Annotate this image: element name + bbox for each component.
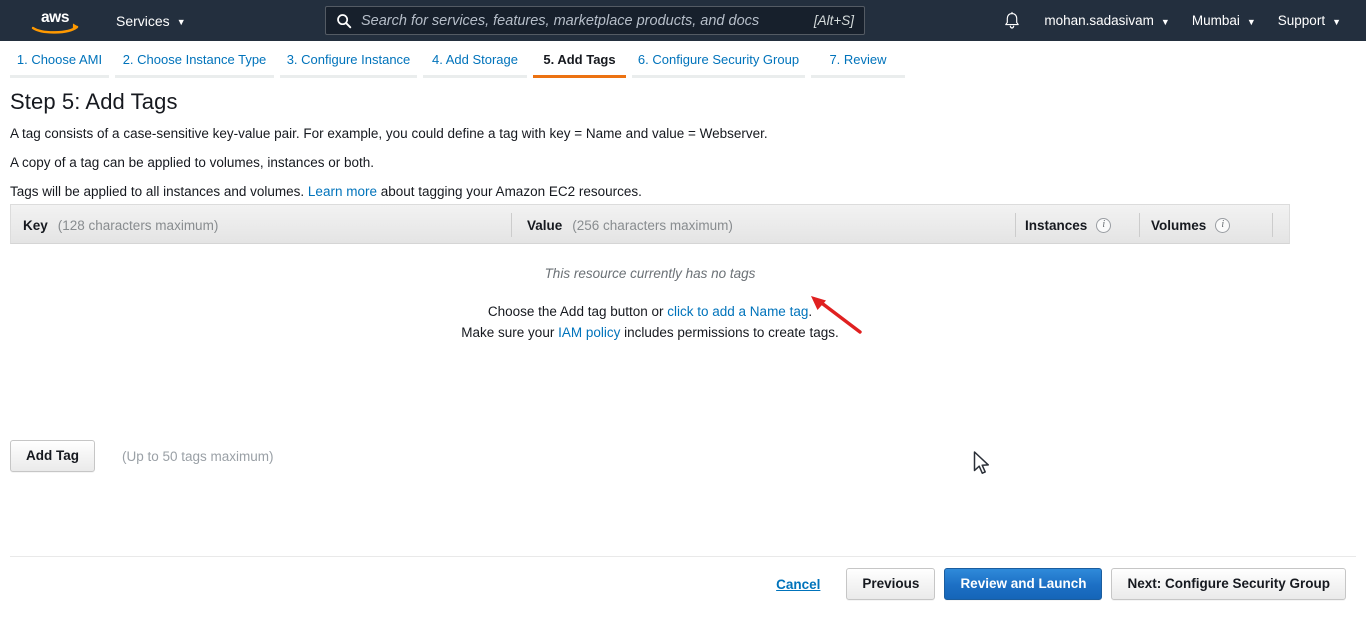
hint-text-post: .	[808, 304, 812, 319]
info-icon[interactable]: i	[1096, 218, 1111, 233]
tab-label: 3. Configure Instance	[287, 52, 411, 67]
notifications-button[interactable]	[991, 0, 1033, 41]
top-nav-right-group: mohan.sadasivam ▼ Mumbai ▼ Support ▼	[991, 0, 1366, 41]
tab-label: 5. Add Tags	[543, 52, 615, 67]
tags-table: Key (128 characters maximum) Value (256 …	[10, 204, 1290, 343]
account-menu[interactable]: mohan.sadasivam ▼	[1033, 0, 1180, 41]
tab-configure-instance[interactable]: 3. Configure Instance	[280, 45, 417, 78]
tab-add-tags[interactable]: 5. Add Tags	[533, 45, 626, 78]
wizard-footer-actions: Cancel Previous Review and Launch Next: …	[776, 568, 1346, 600]
next-configure-security-group-button[interactable]: Next: Configure Security Group	[1111, 568, 1346, 600]
support-menu-label: Support	[1278, 13, 1325, 28]
column-divider	[511, 213, 512, 237]
main-content: Step 5: Add Tags A tag consists of a cas…	[0, 78, 1366, 202]
column-divider	[1015, 213, 1016, 237]
account-menu-label: mohan.sadasivam	[1044, 13, 1154, 28]
key-column-hint: (128 characters maximum)	[58, 218, 219, 233]
tab-label: 7. Review	[829, 52, 886, 67]
learn-more-link[interactable]: Learn more	[308, 184, 377, 199]
empty-state-message: This resource currently has no tags	[10, 266, 1290, 281]
page-description-line-1: A tag consists of a case-sensitive key-v…	[10, 123, 1366, 144]
add-name-tag-link[interactable]: click to add a Name tag	[667, 304, 808, 319]
tab-configure-security-group[interactable]: 6. Configure Security Group	[632, 45, 805, 78]
page-title: Step 5: Add Tags	[10, 89, 1366, 115]
page-description-line-2: A copy of a tag can be applied to volume…	[10, 152, 1366, 173]
chevron-down-icon: ▼	[1247, 17, 1256, 27]
cancel-button[interactable]: Cancel	[776, 577, 820, 592]
volumes-column-label: Volumes	[1151, 218, 1206, 233]
column-header-instances: Instances i	[1025, 205, 1111, 245]
tab-label: 1. Choose AMI	[17, 52, 102, 67]
previous-button[interactable]: Previous	[846, 568, 935, 600]
tab-choose-ami[interactable]: 1. Choose AMI	[10, 45, 109, 78]
footer-divider	[10, 556, 1356, 557]
empty-state-hints: Choose the Add tag button or click to ad…	[10, 301, 1290, 343]
bell-icon	[1002, 11, 1022, 31]
add-tag-row: Add Tag (Up to 50 tags maximum)	[10, 440, 274, 472]
value-column-label: Value	[527, 218, 562, 233]
iam-policy-link[interactable]: IAM policy	[558, 325, 620, 340]
column-header-key: Key (128 characters maximum)	[23, 205, 218, 245]
tags-table-empty-state: This resource currently has no tags Choo…	[10, 244, 1290, 343]
support-menu[interactable]: Support ▼	[1267, 0, 1352, 41]
services-menu-label: Services	[116, 13, 170, 29]
chevron-down-icon: ▼	[1161, 17, 1170, 27]
add-tag-button[interactable]: Add Tag	[10, 440, 95, 472]
aws-logo-icon: aws	[26, 6, 84, 36]
column-header-value: Value (256 characters maximum)	[527, 205, 733, 245]
region-menu-label: Mumbai	[1192, 13, 1240, 28]
tab-choose-instance-type[interactable]: 2. Choose Instance Type	[115, 45, 274, 78]
info-icon[interactable]: i	[1215, 218, 1230, 233]
global-search-box[interactable]: [Alt+S]	[325, 6, 865, 35]
search-icon	[336, 13, 352, 29]
services-menu[interactable]: Services ▼	[112, 0, 190, 41]
chevron-down-icon: ▼	[177, 17, 186, 27]
search-input[interactable]	[361, 13, 806, 29]
page-description-line-3: Tags will be applied to all instances an…	[10, 181, 1366, 202]
desc-text-pre: Tags will be applied to all instances an…	[10, 184, 308, 199]
instances-column-label: Instances	[1025, 218, 1087, 233]
tags-table-header-row: Key (128 characters maximum) Value (256 …	[10, 204, 1290, 244]
chevron-down-icon: ▼	[1332, 17, 1341, 27]
column-header-volumes: Volumes i	[1151, 205, 1230, 245]
tab-review[interactable]: 7. Review	[811, 45, 905, 78]
wizard-step-tabs: 1. Choose AMI 2. Choose Instance Type 3.…	[0, 41, 1366, 78]
key-column-label: Key	[23, 218, 48, 233]
empty-state-hint-line-2: Make sure your IAM policy includes permi…	[10, 322, 1290, 343]
empty-state-hint-line-1: Choose the Add tag button or click to ad…	[10, 301, 1290, 322]
top-navigation-bar: aws Services ▼ [Alt+S] mohan.sadasivam ▼	[0, 0, 1366, 41]
hint-text-pre: Choose the Add tag button or	[488, 304, 667, 319]
svg-text:aws: aws	[41, 9, 69, 26]
column-divider	[1139, 213, 1140, 237]
tab-label: 6. Configure Security Group	[638, 52, 799, 67]
region-menu[interactable]: Mumbai ▼	[1181, 0, 1267, 41]
hint-text-pre: Make sure your	[461, 325, 558, 340]
column-divider	[1272, 213, 1273, 237]
value-column-hint: (256 characters maximum)	[572, 218, 733, 233]
tab-add-storage[interactable]: 4. Add Storage	[423, 45, 527, 78]
max-tags-hint: (Up to 50 tags maximum)	[122, 449, 274, 464]
tab-label: 2. Choose Instance Type	[123, 52, 267, 67]
tab-label: 4. Add Storage	[432, 52, 518, 67]
search-shortcut-hint: [Alt+S]	[814, 13, 854, 28]
aws-logo[interactable]: aws	[26, 6, 84, 36]
desc-text-post: about tagging your Amazon EC2 resources.	[377, 184, 642, 199]
review-and-launch-button[interactable]: Review and Launch	[944, 568, 1102, 600]
mouse-cursor	[973, 451, 991, 477]
hint-text-post: includes permissions to create tags.	[620, 325, 838, 340]
